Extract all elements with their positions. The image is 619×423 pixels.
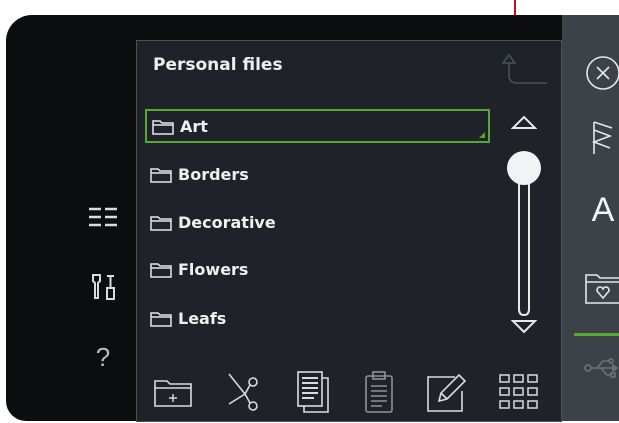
folder-icon <box>152 119 174 135</box>
scrollbar[interactable] <box>499 109 549 339</box>
list-item-label: Leafs <box>178 308 227 328</box>
folder-icon <box>150 311 172 327</box>
list-item[interactable]: Decorative <box>145 205 490 239</box>
usb-icon[interactable] <box>580 345 619 391</box>
left-sidebar: ? <box>6 15 136 421</box>
list-item-label: Decorative <box>178 212 276 232</box>
active-indicator <box>574 333 619 336</box>
parent-folder-button[interactable] <box>493 49 548 89</box>
font-glyph: A <box>591 190 615 229</box>
help-icon[interactable]: ? <box>85 341 121 373</box>
list-item-label: Flowers <box>178 259 249 279</box>
close-icon[interactable] <box>580 50 619 96</box>
panel-title: Personal files <box>153 55 283 75</box>
folder-icon <box>150 262 172 278</box>
file-manager-icon[interactable] <box>580 265 619 311</box>
scroll-down-arrow <box>510 320 538 334</box>
list-item[interactable]: Flowers <box>145 252 490 286</box>
list-item[interactable]: Borders <box>145 157 490 191</box>
bottom-toolbar <box>137 363 563 423</box>
file-browser-panel: Personal files Art Borders Decorative Fl… <box>136 40 562 422</box>
list-item[interactable]: Art <box>145 109 490 143</box>
copy-icon[interactable] <box>287 367 339 417</box>
list-item-label: Art <box>180 116 208 136</box>
folder-icon <box>150 215 172 231</box>
grid-view-icon[interactable] <box>493 367 545 417</box>
list-view-icon[interactable] <box>85 201 121 233</box>
folder-icon <box>150 167 172 183</box>
new-folder-icon[interactable] <box>147 367 199 417</box>
selection-corner <box>479 132 485 138</box>
help-glyph: ? <box>95 341 111 372</box>
stitch-menu-icon[interactable] <box>580 115 619 161</box>
cut-icon[interactable] <box>217 367 269 417</box>
scroll-thumb <box>507 151 541 185</box>
rename-icon[interactable] <box>421 367 473 417</box>
right-sidebar: A <box>562 15 619 421</box>
list-item-label: Borders <box>178 164 249 184</box>
font-menu-icon[interactable]: A <box>580 187 619 233</box>
scroll-up-arrow <box>510 115 538 129</box>
list-item[interactable]: Leafs <box>145 301 490 335</box>
paste-icon[interactable] <box>353 367 405 417</box>
tools-icon[interactable] <box>85 271 121 303</box>
device-screen: ? Personal files Art Borders Decorative … <box>6 15 619 422</box>
